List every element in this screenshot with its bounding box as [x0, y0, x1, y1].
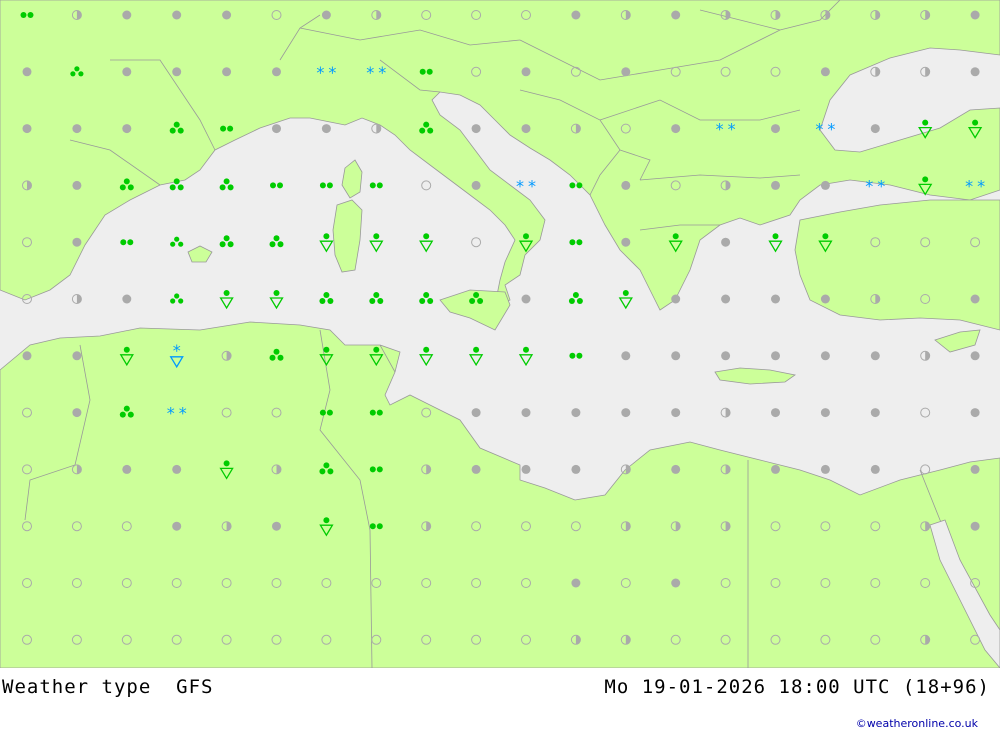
overcast-icon	[521, 124, 531, 134]
weather-map: * * * ** * * ** * * * * *** *	[0, 0, 1000, 668]
overcast-icon	[771, 408, 780, 418]
svg-text:*: *	[815, 120, 823, 139]
overcast-icon	[870, 351, 880, 361]
overcast-icon	[870, 408, 880, 418]
overcast-icon	[721, 294, 731, 304]
overcast-icon	[122, 464, 132, 474]
svg-text:*: *	[328, 63, 336, 82]
overcast-icon	[222, 67, 232, 77]
overcast-icon	[671, 10, 681, 20]
overcast-icon	[122, 10, 132, 20]
svg-text:*: *	[865, 176, 873, 195]
overcast-icon	[272, 67, 281, 77]
overcast-icon	[72, 408, 82, 418]
overcast-icon	[471, 124, 481, 134]
overcast-icon	[321, 124, 331, 134]
svg-text:*: *	[716, 120, 724, 139]
overcast-icon	[621, 180, 631, 190]
overcast-icon	[671, 124, 681, 134]
svg-text:*: *	[877, 176, 885, 195]
svg-text:*: *	[827, 120, 835, 139]
overcast-icon	[970, 10, 980, 20]
overcast-icon	[771, 464, 780, 474]
svg-text:*: *	[179, 404, 187, 423]
overcast-icon	[471, 408, 481, 418]
overcast-icon	[222, 10, 232, 20]
overcast-icon	[721, 351, 731, 361]
overcast-icon	[671, 294, 681, 304]
overcast-icon	[970, 464, 980, 474]
overcast-icon	[72, 351, 82, 361]
overcast-icon	[771, 351, 780, 361]
overcast-icon	[671, 351, 681, 361]
overcast-icon	[870, 124, 880, 134]
overcast-icon	[820, 351, 830, 361]
svg-text:*: *	[378, 63, 386, 82]
overcast-icon	[72, 180, 82, 190]
overcast-icon	[172, 10, 182, 20]
overcast-icon	[22, 67, 32, 77]
overcast-icon	[820, 294, 830, 304]
svg-text:*: *	[977, 176, 985, 195]
overcast-icon	[172, 67, 182, 77]
overcast-icon	[172, 521, 182, 531]
overcast-icon	[671, 464, 681, 474]
overcast-icon	[571, 464, 581, 474]
svg-text:*: *	[528, 176, 536, 195]
overcast-icon	[820, 180, 830, 190]
overcast-icon	[721, 237, 731, 247]
overcast-icon	[970, 351, 980, 361]
overcast-icon	[122, 294, 132, 304]
svg-text:*: *	[167, 404, 175, 423]
overcast-icon	[571, 10, 581, 20]
overcast-icon	[970, 408, 980, 418]
overcast-icon	[870, 464, 880, 474]
overcast-icon	[22, 124, 32, 134]
overcast-icon	[820, 67, 830, 77]
overcast-icon	[771, 124, 780, 134]
overcast-icon	[321, 10, 331, 20]
overcast-icon	[820, 464, 830, 474]
overcast-icon	[820, 408, 830, 418]
overcast-icon	[970, 521, 980, 531]
valid-datetime: Mo 19-01-2026 18:00 UTC (18+96)	[604, 676, 990, 698]
model-name: GFS	[176, 676, 214, 698]
overcast-icon	[621, 67, 631, 77]
overcast-icon	[272, 521, 281, 531]
overcast-icon	[571, 578, 581, 588]
overcast-icon	[621, 237, 631, 247]
svg-text:*: *	[516, 176, 524, 195]
overcast-icon	[671, 408, 681, 418]
overcast-icon	[970, 67, 980, 77]
svg-text:*: *	[316, 63, 324, 82]
overcast-icon	[521, 67, 531, 77]
overcast-icon	[970, 294, 980, 304]
credit-link[interactable]: ©weatheronline.co.uk	[856, 717, 978, 730]
overcast-icon	[471, 180, 481, 190]
overcast-icon	[771, 294, 780, 304]
svg-text:*: *	[965, 176, 973, 195]
overcast-icon	[122, 124, 132, 134]
overcast-icon	[671, 578, 681, 588]
svg-text:*: *	[366, 63, 374, 82]
overcast-icon	[72, 237, 82, 247]
overcast-icon	[72, 124, 82, 134]
map-label: Weather type	[2, 676, 152, 698]
overcast-icon	[621, 351, 631, 361]
overcast-icon	[521, 408, 531, 418]
overcast-icon	[122, 67, 132, 77]
footer-left: Weather type GFS	[2, 676, 214, 698]
overcast-icon	[172, 464, 182, 474]
overcast-icon	[521, 464, 531, 474]
overcast-icon	[771, 180, 780, 190]
overcast-icon	[521, 294, 531, 304]
overcast-icon	[471, 464, 481, 474]
overcast-icon	[571, 408, 581, 418]
overcast-icon	[621, 408, 631, 418]
overcast-icon	[272, 124, 281, 134]
svg-text:*: *	[728, 120, 736, 139]
overcast-icon	[22, 351, 32, 361]
